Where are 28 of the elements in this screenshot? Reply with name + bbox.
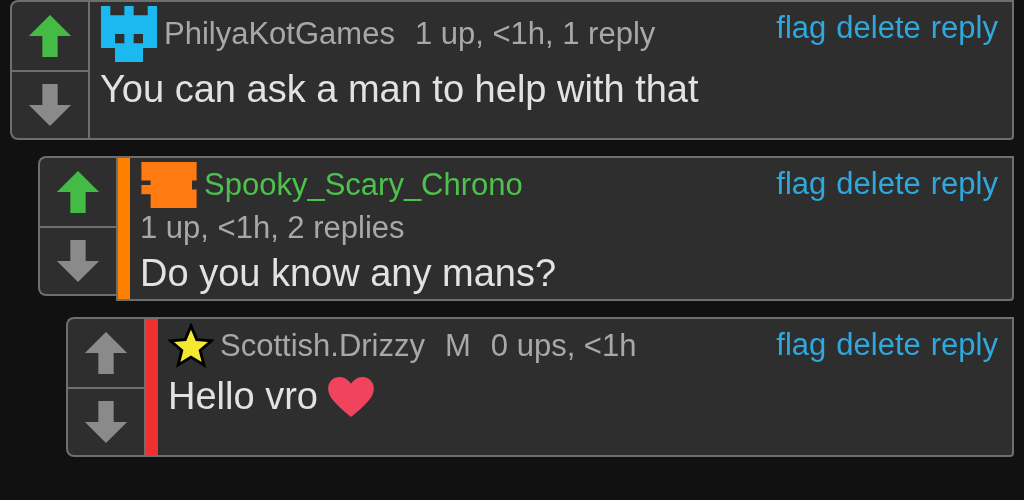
pixel-avatar-icon	[140, 162, 198, 208]
comment-meta: 0 ups, <1h	[490, 328, 637, 364]
action-link[interactable]: flag	[776, 166, 827, 202]
up-arrow-icon	[27, 13, 73, 59]
star-icon	[168, 323, 214, 369]
action-link[interactable]: flag	[776, 10, 827, 46]
up-arrow-icon	[83, 330, 129, 376]
action-link[interactable]: reply	[930, 327, 998, 363]
user-flair-label: M	[445, 328, 471, 364]
comment-meta: 1 up, <1h, 1 reply	[414, 16, 656, 52]
action-link[interactable]: delete	[836, 166, 921, 202]
up-arrow-icon	[55, 169, 101, 215]
down-arrow-icon	[55, 238, 101, 284]
action-link[interactable]: flag	[776, 327, 827, 363]
action-link[interactable]: reply	[930, 166, 998, 202]
username[interactable]: PhilyaKotGames	[164, 16, 395, 52]
down-arrow-icon	[27, 82, 73, 128]
action-link[interactable]: reply	[930, 10, 998, 46]
action-link[interactable]: delete	[836, 327, 921, 363]
comment-text: Hello vro	[168, 375, 318, 418]
comment-text: You can ask a man to help with that	[100, 68, 699, 111]
action-link[interactable]: delete	[836, 10, 921, 46]
down-arrow-icon	[83, 399, 129, 445]
comment-meta: 1 up, <1h, 2 replies	[140, 210, 405, 246]
username[interactable]: Spooky_Scary_Chrono	[204, 167, 523, 203]
username[interactable]: Scottish.Drizzy	[220, 328, 425, 364]
comment-text: Do you know any mans?	[140, 252, 557, 295]
pixel-avatar-icon	[100, 6, 158, 62]
